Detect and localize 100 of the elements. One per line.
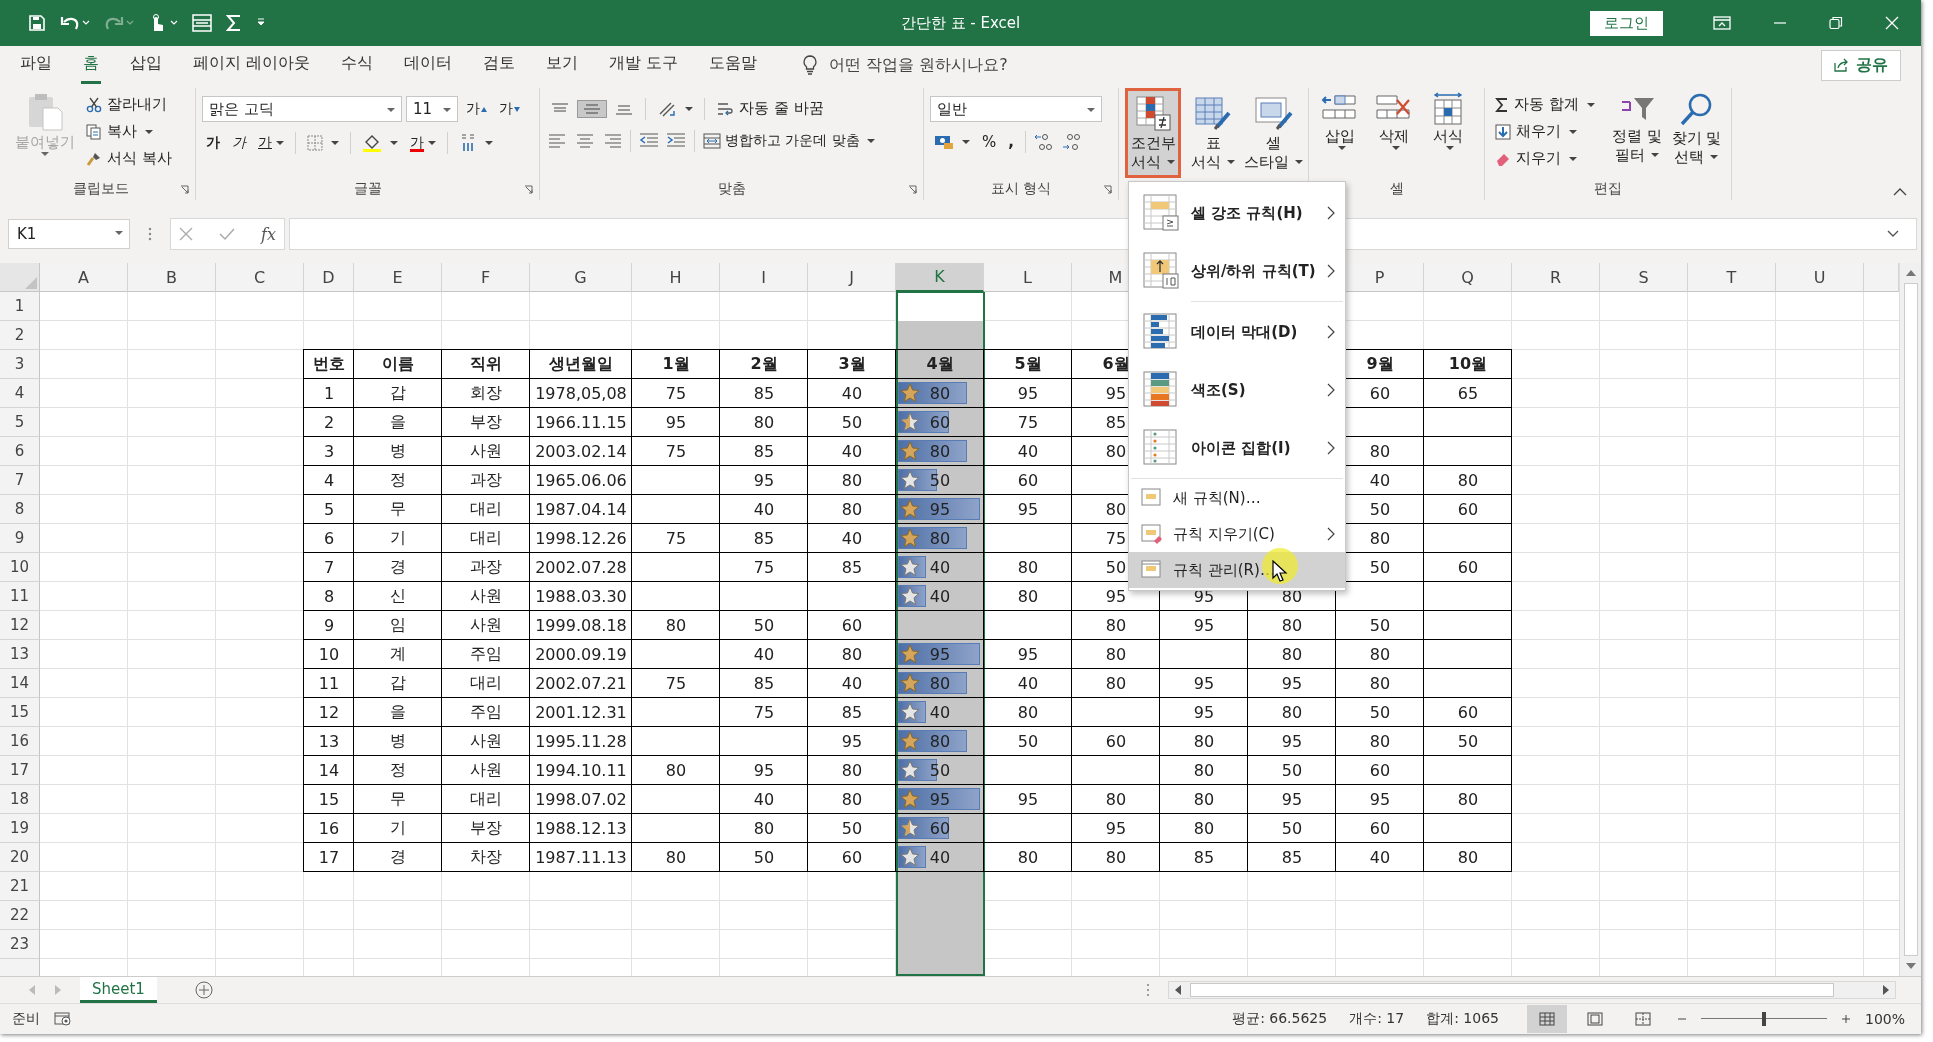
row-header[interactable]: 21 — [0, 872, 40, 901]
row-header[interactable]: 5 — [0, 408, 40, 437]
name-box[interactable]: K1 — [8, 219, 130, 249]
number-format-field[interactable]: 일반 — [930, 96, 1102, 122]
sum-icon[interactable] — [226, 14, 242, 32]
ribbon-tab[interactable]: 보기 — [544, 46, 581, 84]
ribbon-tab[interactable]: 검토 — [481, 46, 518, 84]
format-painter-button[interactable]: 서식 복사 — [82, 146, 176, 171]
conditional-format-button[interactable]: 조건부 서식 — [1125, 88, 1181, 178]
lightbulb-icon[interactable] — [802, 55, 819, 75]
row-header[interactable]: 7 — [0, 466, 40, 495]
autosum-button[interactable]: 자동 합계 — [1491, 92, 1599, 117]
zoom-in-icon[interactable] — [1840, 1014, 1851, 1024]
column-header[interactable]: U — [1776, 263, 1864, 292]
ribbon-tab[interactable]: 도움말 — [707, 46, 760, 84]
delete-cells-button[interactable]: 삭제 — [1369, 88, 1419, 154]
insert-function-button[interactable]: fx — [261, 224, 276, 244]
column-header[interactable]: C — [216, 263, 304, 292]
row-header[interactable]: 2 — [0, 321, 40, 350]
format-table-button[interactable]: 표 서식 — [1185, 88, 1241, 178]
normal-view-button[interactable] — [1526, 1005, 1567, 1033]
row-header[interactable]: 15 — [0, 698, 40, 727]
percent-button[interactable]: % — [978, 130, 1001, 154]
row-header[interactable]: 10 — [0, 553, 40, 582]
scroll-down-icon[interactable] — [1905, 962, 1916, 970]
column-header[interactable]: R — [1512, 263, 1600, 292]
row-header[interactable]: 20 — [0, 843, 40, 872]
menu-item[interactable]: 새 규칙(N)… — [1129, 480, 1345, 516]
insert-cells-button[interactable]: 삽입 — [1315, 88, 1365, 154]
bold-button[interactable]: 가 — [202, 131, 224, 155]
row-header[interactable]: 18 — [0, 785, 40, 814]
ribbon-tab[interactable]: 파일 — [18, 46, 54, 84]
row-header[interactable]: 3 — [0, 350, 40, 379]
row-header[interactable]: 4 — [0, 379, 40, 408]
add-sheet-icon[interactable] — [194, 981, 213, 999]
dialog-launcher-icon[interactable] — [1103, 185, 1112, 194]
column-header[interactable]: L — [984, 263, 1072, 292]
scroll-up-icon[interactable] — [1905, 269, 1916, 277]
horizontal-scrollbar[interactable] — [1168, 981, 1896, 999]
menu-item[interactable]: 아이콘 집합(I) — [1129, 419, 1345, 477]
fill-button[interactable]: 채우기 — [1491, 119, 1599, 144]
row-header[interactable]: 17 — [0, 756, 40, 785]
clear-button[interactable]: 지우기 — [1491, 146, 1599, 171]
sheet-tab[interactable]: Sheet1 — [80, 977, 157, 1003]
column-header[interactable]: H — [632, 263, 720, 292]
column-header[interactable]: E — [354, 263, 442, 292]
undo-icon[interactable] — [60, 14, 90, 32]
close-icon[interactable] — [1885, 16, 1899, 30]
expand-icon[interactable] — [1887, 230, 1899, 238]
login-button[interactable]: 로그인 — [1590, 10, 1663, 36]
find-select-button[interactable]: 찾기 및 선택 — [1668, 88, 1725, 170]
ribbon-tab[interactable]: 홈 — [81, 46, 101, 84]
column-header[interactable]: J — [808, 263, 896, 292]
merge-center-button[interactable]: 병합하고 가운데 맞춤 — [701, 129, 877, 153]
sort-filter-button[interactable]: 정렬 및 필터 — [1608, 88, 1665, 168]
column-header[interactable]: Q — [1424, 263, 1512, 292]
cut-button[interactable]: 잘라내기 — [82, 92, 176, 117]
cell-styles-button[interactable]: 셀 스타일 — [1245, 88, 1301, 178]
column-header[interactable]: A — [40, 263, 128, 292]
row-header[interactable]: 23 — [0, 930, 40, 959]
column-header[interactable]: K — [896, 263, 984, 292]
column-header[interactable]: S — [1600, 263, 1688, 292]
dialog-launcher-icon[interactable] — [908, 185, 917, 194]
ribbon-display-icon[interactable] — [1713, 16, 1731, 30]
ribbon-tab[interactable]: 삽입 — [128, 46, 164, 84]
column-header[interactable]: B — [128, 263, 216, 292]
grow-font-button[interactable]: 가 — [462, 97, 491, 121]
dialog-launcher-icon[interactable] — [524, 185, 533, 194]
save-icon[interactable] — [28, 14, 46, 32]
row-header[interactable]: 13 — [0, 640, 40, 669]
menu-item[interactable]: 색조(S) — [1129, 361, 1345, 419]
column-header[interactable]: I — [720, 263, 808, 292]
row-header[interactable]: 16 — [0, 727, 40, 756]
share-button[interactable]: 공유 — [1821, 49, 1901, 81]
font-color-button[interactable]: 가 — [406, 131, 440, 155]
tell-me-field[interactable]: 어떤 작업을 원하시나요? — [829, 54, 1008, 76]
ribbon-tab[interactable]: 데이터 — [402, 46, 455, 84]
font-name-field[interactable]: 맑은 고딕 — [202, 96, 402, 122]
menu-item[interactable]: 셀 강조 규칙(H) — [1129, 184, 1345, 242]
customize-icon[interactable] — [256, 18, 266, 28]
column-header[interactable]: D — [304, 263, 354, 292]
italic-button[interactable]: 가 — [228, 131, 250, 155]
shrink-font-button[interactable]: 가 — [495, 97, 524, 121]
comma-button[interactable]: , — [1004, 130, 1018, 154]
row-header[interactable]: 12 — [0, 611, 40, 640]
column-header[interactable]: F — [442, 263, 530, 292]
dialog-launcher-icon[interactable] — [180, 185, 189, 194]
menu-item[interactable]: 데이터 막대(D) — [1129, 303, 1345, 361]
menu-item[interactable]: 규칙 지우기(C) — [1129, 516, 1345, 552]
enter-icon[interactable] — [219, 227, 235, 241]
row-header[interactable]: 22 — [0, 901, 40, 930]
copy-button[interactable]: 복사 — [82, 119, 176, 144]
row-header[interactable]: 8 — [0, 495, 40, 524]
scroll-right-icon[interactable] — [1882, 985, 1890, 995]
cancel-icon[interactable] — [179, 227, 193, 241]
row-header[interactable]: 14 — [0, 669, 40, 698]
font-size-field[interactable]: 11 — [406, 96, 458, 122]
format-cells-button[interactable]: 서식 — [1423, 88, 1473, 154]
vertical-scrollbar[interactable] — [1899, 263, 1921, 976]
column-header[interactable]: T — [1688, 263, 1776, 292]
